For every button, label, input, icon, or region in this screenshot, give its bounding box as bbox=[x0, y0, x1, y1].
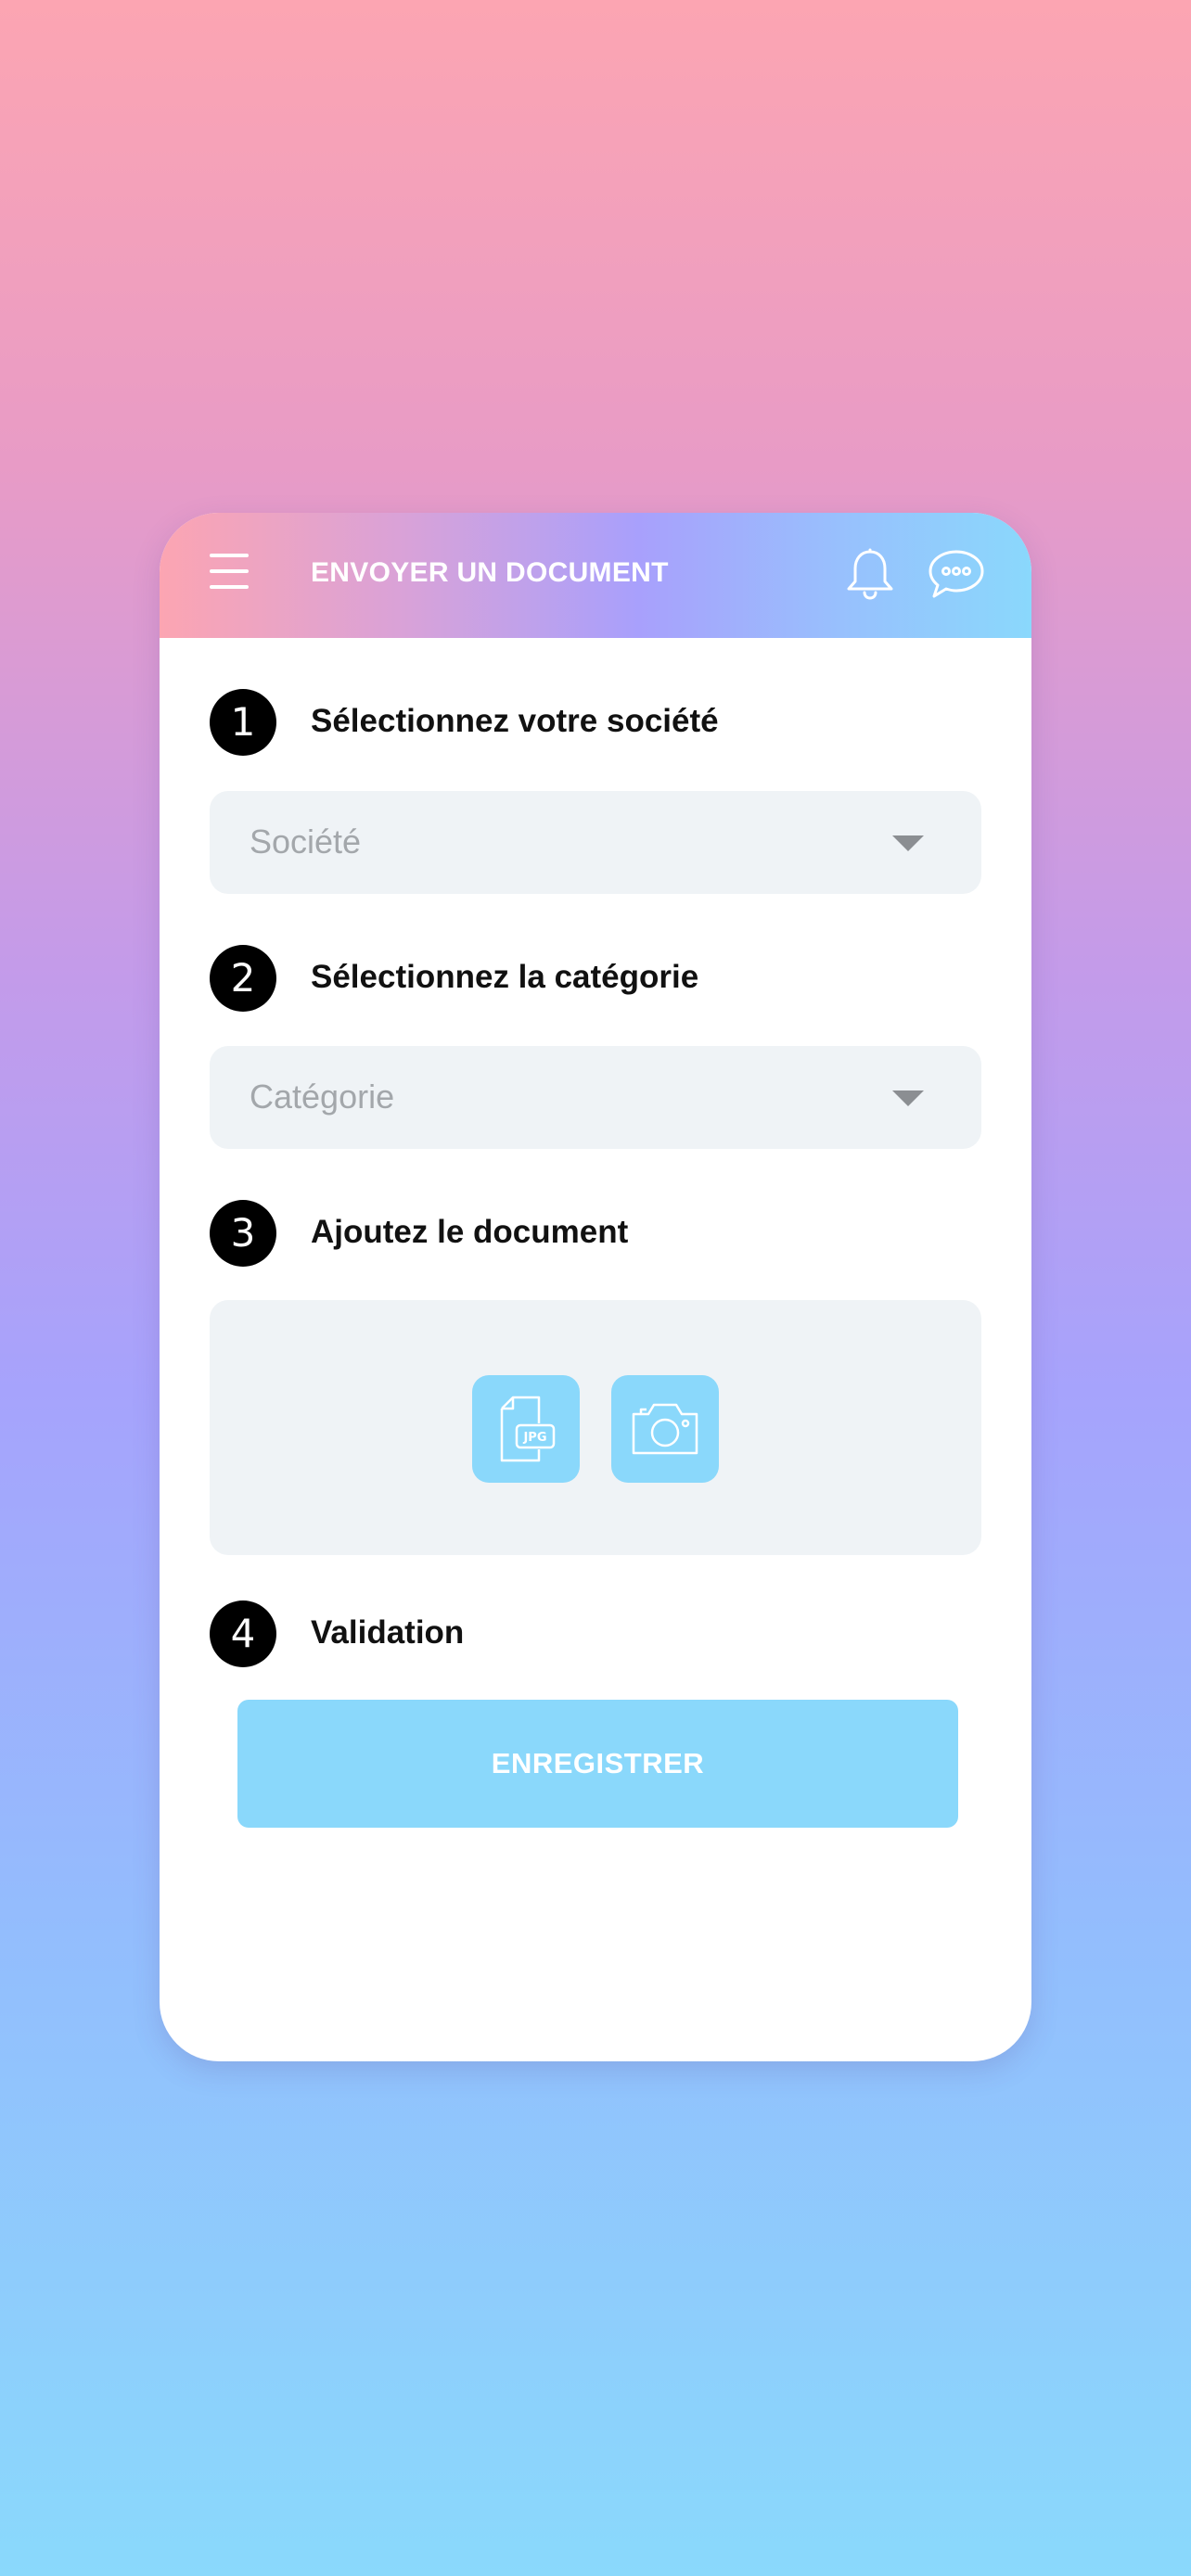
step-1-badge: 1 bbox=[210, 689, 276, 756]
step-3-title: Ajoutez le document bbox=[311, 1214, 629, 1250]
camera-icon bbox=[632, 1403, 698, 1455]
step-1-title: Sélectionnez votre société bbox=[311, 703, 719, 739]
header-bar: ENVOYER UN DOCUMENT bbox=[160, 513, 1031, 638]
category-select[interactable]: Catégorie bbox=[210, 1046, 981, 1149]
chat-icon[interactable] bbox=[927, 548, 986, 600]
step-2-title: Sélectionnez la catégorie bbox=[311, 959, 699, 995]
jpg-file-icon: JPG bbox=[500, 1396, 556, 1462]
save-button[interactable]: ENREGISTRER bbox=[237, 1700, 958, 1828]
take-photo-button[interactable] bbox=[611, 1375, 719, 1483]
step-2-badge: 2 bbox=[210, 945, 276, 1012]
page-title: ENVOYER UN DOCUMENT bbox=[311, 557, 669, 588]
jpg-badge-label: JPG bbox=[522, 1431, 546, 1445]
upload-document-card: ENVOYER UN DOCUMENT 1 Sélectionnez votre… bbox=[160, 513, 1031, 2061]
hamburger-menu-icon[interactable] bbox=[210, 554, 249, 589]
caret-down-icon bbox=[892, 835, 924, 851]
category-select-placeholder: Catégorie bbox=[250, 1078, 395, 1116]
step-3-badge: 3 bbox=[210, 1200, 276, 1267]
bell-icon[interactable] bbox=[844, 546, 896, 600]
step-4-title: Validation bbox=[311, 1614, 465, 1651]
company-select[interactable]: Société bbox=[210, 791, 981, 894]
step-4-badge: 4 bbox=[210, 1600, 276, 1667]
caret-down-icon bbox=[892, 1090, 924, 1106]
upload-jpg-button[interactable]: JPG bbox=[472, 1375, 580, 1483]
document-upload-area: JPG bbox=[210, 1300, 981, 1555]
company-select-placeholder: Société bbox=[250, 823, 362, 861]
